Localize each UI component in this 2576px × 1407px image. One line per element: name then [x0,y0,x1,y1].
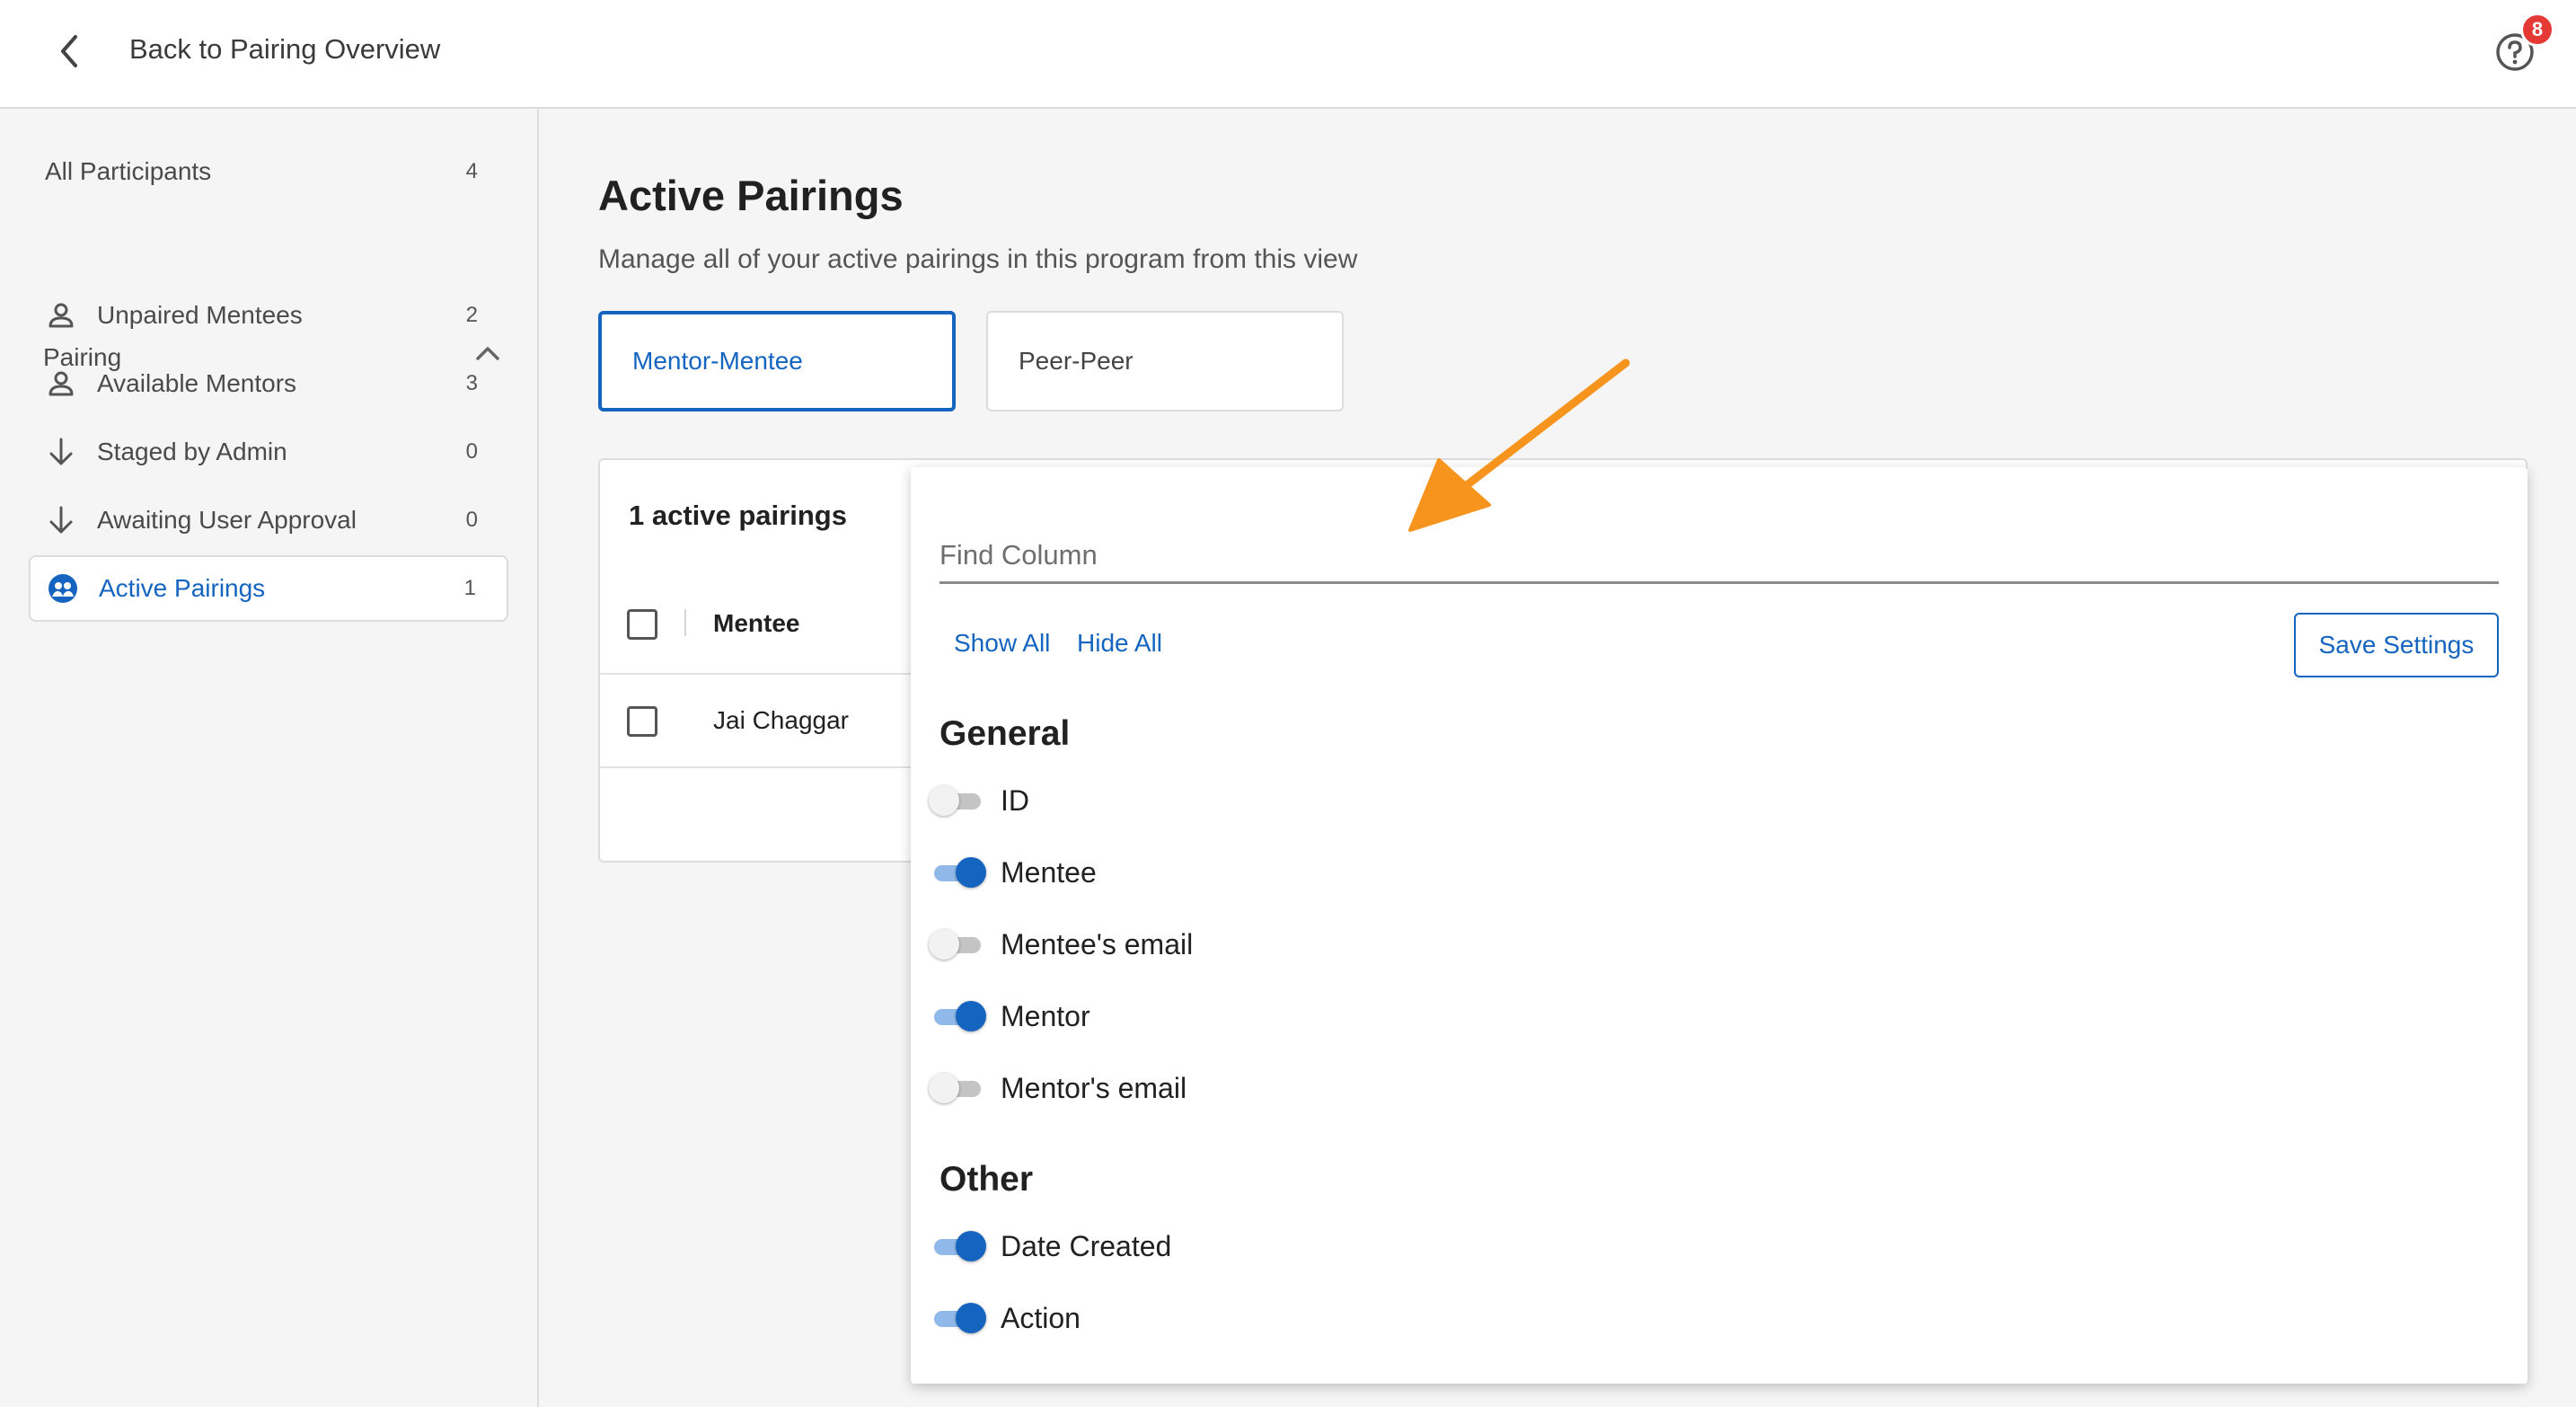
save-settings-button[interactable]: Save Settings [2294,613,2499,677]
column-toggle-mentee[interactable]: Mentee [929,850,1097,895]
row-divider [600,673,911,675]
toggle-switch[interactable] [929,1228,986,1264]
column-divider [684,609,686,636]
tab-mentor-mentee[interactable]: Mentor-Mentee [598,311,956,411]
sidebar-item-staged-by-admin[interactable]: Staged by Admin 0 [29,419,508,485]
column-toggle-date-created[interactable]: Date Created [929,1224,1171,1269]
toggle-switch[interactable] [929,854,986,890]
sidebar-item-active-pairings[interactable]: Active Pairings 1 [29,555,508,622]
column-toggle-mentor[interactable]: Mentor [929,994,1090,1039]
top-bar: Back to Pairing Overview 8 [0,0,2576,109]
sidebar-item-count: 2 [465,303,478,327]
pairings-count: 1 active pairings [629,500,847,531]
person-icon [43,297,79,333]
sidebar-item-all-participants[interactable]: All Participants 4 [29,138,508,205]
tab-peer-peer[interactable]: Peer-Peer [986,311,1344,411]
column-toggle-label: Mentor's email [1001,1071,1187,1104]
toggle-switch[interactable] [929,1300,986,1336]
column-toggle-label: Action [1001,1301,1081,1334]
toggle-switch[interactable] [929,926,986,962]
sidebar-item-unpaired-mentees[interactable]: Unpaired Mentees 2 [29,282,508,349]
person-icon [43,366,79,402]
show-all-button[interactable]: Show All [954,629,1050,658]
sidebar-item-awaiting-approval[interactable]: Awaiting User Approval 0 [29,487,508,553]
sidebar-item-count: 3 [465,371,478,395]
toggle-switch[interactable] [929,998,986,1034]
toggle-switch[interactable] [929,783,986,819]
group-title-general: General [940,714,1071,753]
group-title-other: Other [940,1160,1034,1199]
annotation-arrow-icon [1408,358,1630,532]
sidebar-item-available-mentors[interactable]: Available Mentors 3 [29,350,508,417]
back-to-overview-link[interactable]: Back to Pairing Overview [129,33,440,66]
pairing-icon [45,571,81,606]
column-header-mentee[interactable]: Mentee [713,609,799,638]
back-arrow-icon[interactable] [45,27,93,75]
column-toggle-mentor-email[interactable]: Mentor's email [929,1066,1187,1111]
sidebar-item-label: Available Mentors [97,369,297,397]
sidebar-item-count: 0 [465,508,478,532]
sidebar-item-label: Unpaired Mentees [97,301,303,329]
find-column-input[interactable] [940,534,2499,584]
sidebar-item-label: Awaiting User Approval [97,506,357,534]
select-all-checkbox[interactable] [627,609,657,640]
column-toggle-label: Mentee [1001,855,1097,889]
column-toggle-label: ID [1001,783,1029,817]
arrow-down-icon [43,434,79,470]
column-toggle-id[interactable]: ID [929,778,1029,823]
column-toggle-label: Date Created [1001,1229,1172,1262]
column-toggle-label: Mentor [1001,999,1090,1032]
page-title: Active Pairings [598,172,904,219]
sidebar-item-count: 4 [465,159,478,183]
row-divider [600,766,911,768]
table-cell-mentee: Jai Chaggar [713,706,849,734]
sidebar-item-label: All Participants [45,157,212,185]
toggle-switch[interactable] [929,1070,986,1106]
row-checkbox[interactable] [627,706,657,737]
sidebar-item-count: 1 [463,576,476,600]
column-toggle-label: Mentee's email [1001,927,1194,960]
column-toggle-action[interactable]: Action [929,1296,1081,1341]
sidebar: All Participants 4 Pairing Unpaired Ment… [0,109,539,1407]
column-toggle-mentee-email[interactable]: Mentee's email [929,922,1193,967]
page-subtitle: Manage all of your active pairings in th… [598,244,1358,274]
arrow-down-icon [43,502,79,538]
hide-all-button[interactable]: Hide All [1077,629,1162,658]
sidebar-item-label: Active Pairings [99,574,266,602]
notification-badge: 8 [2520,13,2554,47]
sidebar-item-count: 0 [465,439,478,464]
sidebar-item-label: Staged by Admin [97,438,287,465]
